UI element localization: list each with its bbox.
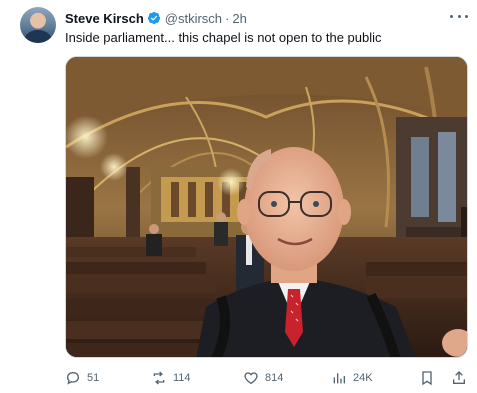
- views-button[interactable]: 24K: [331, 364, 373, 392]
- repost-count: 114: [173, 372, 191, 384]
- tweet-time[interactable]: 2h: [232, 11, 246, 26]
- more-icon[interactable]: [450, 9, 468, 23]
- action-bar: 51 114 814 24K: [65, 364, 475, 392]
- share-icon: [453, 371, 465, 384]
- like-icon: [244, 372, 258, 385]
- reply-button[interactable]: 51: [65, 364, 99, 392]
- tweet-header: Steve Kirsch @stkirsch · 2h: [65, 8, 247, 28]
- repost-icon: [153, 371, 165, 385]
- repost-button[interactable]: 114: [151, 364, 191, 392]
- tweet: Steve Kirsch @stkirsch · 2h Inside parli…: [0, 0, 477, 393]
- views-icon: [333, 373, 345, 384]
- like-count: 814: [265, 372, 284, 384]
- reply-icon: [66, 371, 80, 385]
- author-handle[interactable]: @stkirsch: [165, 11, 222, 26]
- separator-dot: ·: [225, 10, 230, 26]
- bookmark-icon: [422, 371, 432, 386]
- views-count: 24K: [353, 372, 373, 384]
- verified-badge-icon: [147, 11, 160, 25]
- share-button[interactable]: [451, 364, 473, 392]
- avatar[interactable]: [20, 7, 56, 43]
- tweet-text: Inside parliament... this chapel is not …: [65, 30, 382, 45]
- chapel-selfie-image: [66, 57, 467, 357]
- like-button[interactable]: 814: [243, 364, 283, 392]
- bookmark-button[interactable]: [419, 364, 441, 392]
- tweet-photo[interactable]: [65, 56, 468, 358]
- author-name[interactable]: Steve Kirsch: [65, 11, 144, 26]
- reply-count: 51: [87, 372, 100, 384]
